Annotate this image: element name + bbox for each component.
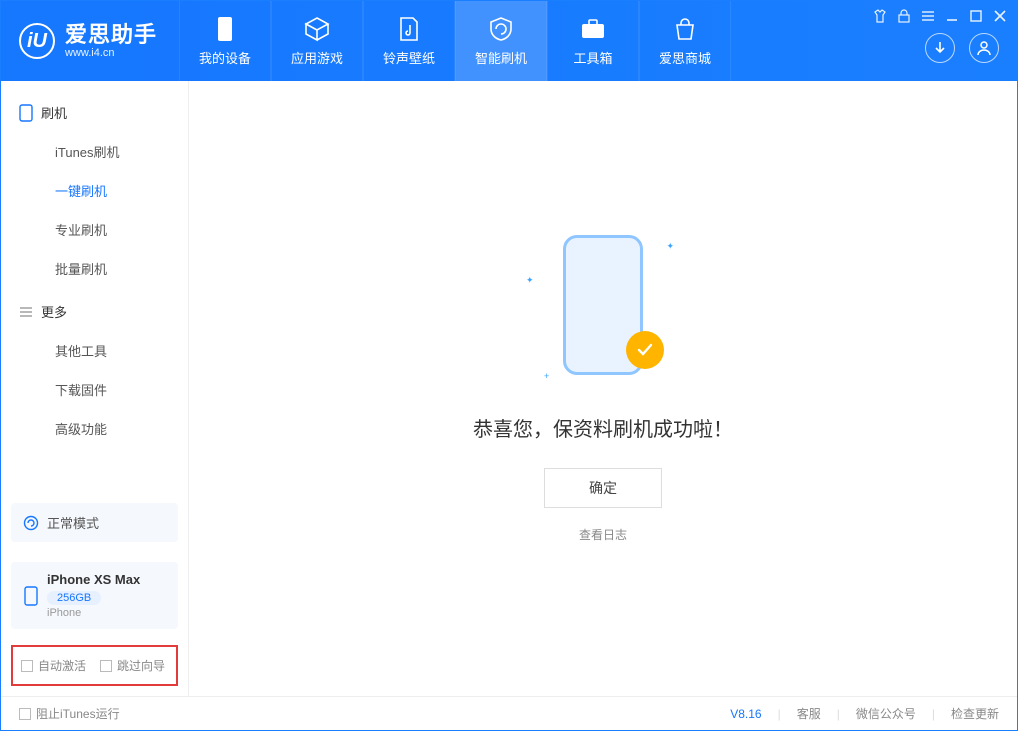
- shirt-icon[interactable]: [873, 9, 887, 23]
- window-controls: [873, 1, 1007, 23]
- nav-store[interactable]: 爱思商城: [639, 1, 731, 81]
- sidebar-section-more: 更多: [1, 288, 188, 331]
- version-label: V8.16: [730, 707, 761, 721]
- nav-ring-wallpaper[interactable]: 铃声壁纸: [363, 1, 455, 81]
- close-button[interactable]: [993, 9, 1007, 23]
- sidebar-section-flash: 刷机: [1, 89, 188, 132]
- bag-icon: [672, 16, 698, 42]
- nav-label: 爱思商城: [659, 48, 711, 67]
- nav-smart-flash[interactable]: 智能刷机: [455, 1, 547, 81]
- checkbox-skip-guide[interactable]: 跳过向导: [100, 657, 165, 674]
- app-subtitle: www.i4.cn: [65, 47, 157, 59]
- sidebar-item-onekey[interactable]: 一键刷机: [1, 171, 188, 210]
- connected-device[interactable]: iPhone XS Max 256GB iPhone: [11, 562, 178, 629]
- checkbox-auto-activate[interactable]: 自动激活: [21, 657, 86, 674]
- success-message: 恭喜您，保资料刷机成功啦！: [473, 413, 733, 442]
- nav-label: 我的设备: [199, 48, 251, 67]
- nav-label: 铃声壁纸: [383, 48, 435, 67]
- maximize-button[interactable]: [969, 9, 983, 23]
- shield-sync-icon: [488, 16, 514, 42]
- list-icon: [19, 305, 33, 319]
- minimize-button[interactable]: [945, 9, 959, 23]
- sparkle-icon: ✦: [666, 241, 674, 252]
- music-file-icon: [396, 16, 422, 42]
- sidebar-item-advanced[interactable]: 高级功能: [1, 409, 188, 448]
- nav-label: 应用游戏: [291, 48, 343, 67]
- sidebar-item-other-tools[interactable]: 其他工具: [1, 331, 188, 370]
- toolbox-icon: [580, 16, 606, 42]
- checkbox-block-itunes[interactable]: 阻止iTunes运行: [19, 705, 120, 722]
- sidebar-item-itunes[interactable]: iTunes刷机: [1, 132, 188, 171]
- user-button[interactable]: [969, 33, 999, 63]
- sync-icon: [23, 515, 39, 531]
- device-icon: [19, 104, 33, 122]
- nav-my-device[interactable]: 我的设备: [179, 1, 271, 81]
- footer: 阻止iTunes运行 V8.16 | 客服 | 微信公众号 | 检查更新: [1, 696, 1017, 730]
- main-content: ✦ ✦ + 恭喜您，保资料刷机成功啦！ 确定 查看日志: [189, 81, 1017, 696]
- sidebar: 刷机 iTunes刷机 一键刷机 专业刷机 批量刷机 更多 其他工具 下载固件 …: [1, 81, 189, 696]
- success-illustration: ✦ ✦ +: [548, 235, 658, 385]
- check-badge-icon: [626, 331, 664, 369]
- sparkle-icon: ✦: [526, 275, 534, 286]
- ok-button[interactable]: 确定: [544, 468, 662, 508]
- checkbox-label: 跳过向导: [117, 657, 165, 674]
- phone-icon: [23, 586, 39, 606]
- phone-icon: [212, 16, 238, 42]
- check-update-link[interactable]: 检查更新: [951, 705, 999, 722]
- device-mode-label: 正常模式: [47, 513, 99, 532]
- top-nav: 我的设备 应用游戏 铃声壁纸 智能刷机 工具箱 爱思商城: [179, 1, 731, 81]
- support-link[interactable]: 客服: [797, 705, 821, 722]
- device-mode[interactable]: 正常模式: [11, 503, 178, 542]
- checkbox-label: 自动激活: [38, 657, 86, 674]
- nav-label: 工具箱: [574, 48, 613, 67]
- checkbox-label: 阻止iTunes运行: [36, 705, 120, 722]
- nav-toolbox[interactable]: 工具箱: [547, 1, 639, 81]
- cube-icon: [304, 16, 330, 42]
- section-label: 更多: [41, 302, 67, 321]
- view-log-link[interactable]: 查看日志: [579, 526, 627, 543]
- download-button[interactable]: [925, 33, 955, 63]
- section-label: 刷机: [41, 103, 67, 122]
- app-logo-block: iU 爱思助手 www.i4.cn: [1, 1, 179, 81]
- nav-apps-games[interactable]: 应用游戏: [271, 1, 363, 81]
- sidebar-item-batch[interactable]: 批量刷机: [1, 249, 188, 288]
- sidebar-item-pro[interactable]: 专业刷机: [1, 210, 188, 249]
- titlebar: iU 爱思助手 www.i4.cn 我的设备 应用游戏 铃声壁纸 智能刷机: [1, 1, 1017, 81]
- app-title: 爱思助手: [65, 23, 157, 47]
- menu-icon[interactable]: [921, 9, 935, 23]
- wechat-link[interactable]: 微信公众号: [856, 705, 916, 722]
- device-type: iPhone: [47, 607, 166, 619]
- sparkle-icon: +: [544, 371, 549, 381]
- app-logo-icon: iU: [19, 23, 55, 59]
- device-capacity: 256GB: [47, 591, 101, 605]
- sidebar-item-download-fw[interactable]: 下载固件: [1, 370, 188, 409]
- device-name: iPhone XS Max: [47, 572, 166, 587]
- nav-label: 智能刷机: [475, 48, 527, 67]
- highlighted-options: 自动激活 跳过向导: [11, 645, 178, 686]
- lock-icon[interactable]: [897, 9, 911, 23]
